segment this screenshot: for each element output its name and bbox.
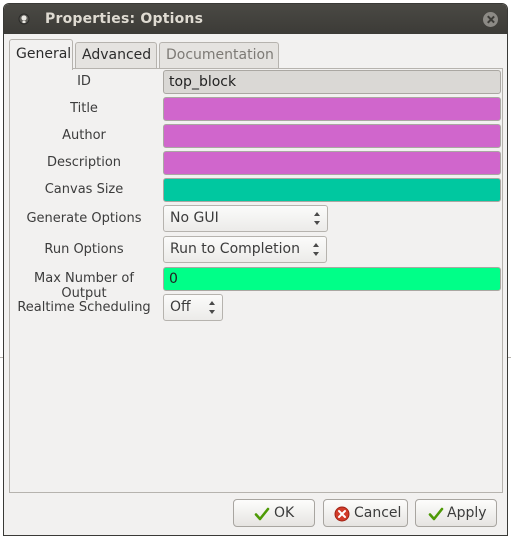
apply-button[interactable]: Apply [415, 499, 497, 527]
generate-options-value: No GUI [170, 210, 219, 226]
properties-dialog: Properties: Options General Advanced Doc… [3, 3, 508, 536]
updown-arrows-icon [314, 212, 321, 225]
general-panel: ID top_block Title Author Description Ca… [9, 68, 503, 493]
canvas-size-field[interactable] [163, 178, 501, 202]
realtime-value: Off [170, 299, 191, 315]
title-label: Title [70, 101, 98, 116]
run-options-value: Run to Completion [170, 241, 300, 257]
cancel-icon [334, 506, 350, 522]
window-title: Properties: Options [45, 11, 204, 27]
realtime-select[interactable]: Off [163, 294, 223, 321]
tab-documentation[interactable]: Documentation [159, 42, 279, 68]
description-label: Description [46, 155, 122, 170]
run-options-label: Run Options [44, 242, 124, 257]
updown-arrows-icon [313, 243, 320, 256]
ok-button[interactable]: OK [233, 499, 315, 527]
realtime-label: Realtime Scheduling [17, 300, 151, 315]
canvas-size-label: Canvas Size [44, 182, 124, 197]
max-outputs-label: Max Number of Output [34, 271, 134, 301]
ok-label: OK [274, 505, 295, 521]
checkmark-icon [428, 507, 444, 521]
id-label: ID [77, 74, 91, 89]
description-field[interactable] [163, 151, 501, 175]
max-outputs-field[interactable]: 0 [163, 267, 501, 291]
author-field[interactable] [163, 124, 501, 148]
run-options-select[interactable]: Run to Completion [163, 236, 327, 263]
updown-arrows-icon [209, 301, 216, 314]
id-field[interactable]: top_block [163, 70, 501, 94]
title-field[interactable] [163, 97, 501, 121]
close-icon[interactable] [483, 12, 498, 27]
cancel-button[interactable]: Cancel [323, 499, 408, 527]
tab-general[interactable]: General [9, 39, 73, 70]
window-app-icon [18, 13, 30, 25]
author-label: Author [62, 128, 106, 143]
checkmark-icon [254, 507, 270, 521]
tab-advanced[interactable]: Advanced [75, 42, 157, 68]
title-bar[interactable]: Properties: Options [4, 4, 507, 34]
cancel-label: Cancel [354, 505, 402, 521]
apply-label: Apply [447, 505, 487, 521]
generate-options-select[interactable]: No GUI [163, 205, 328, 232]
generate-options-label: Generate Options [26, 211, 142, 226]
